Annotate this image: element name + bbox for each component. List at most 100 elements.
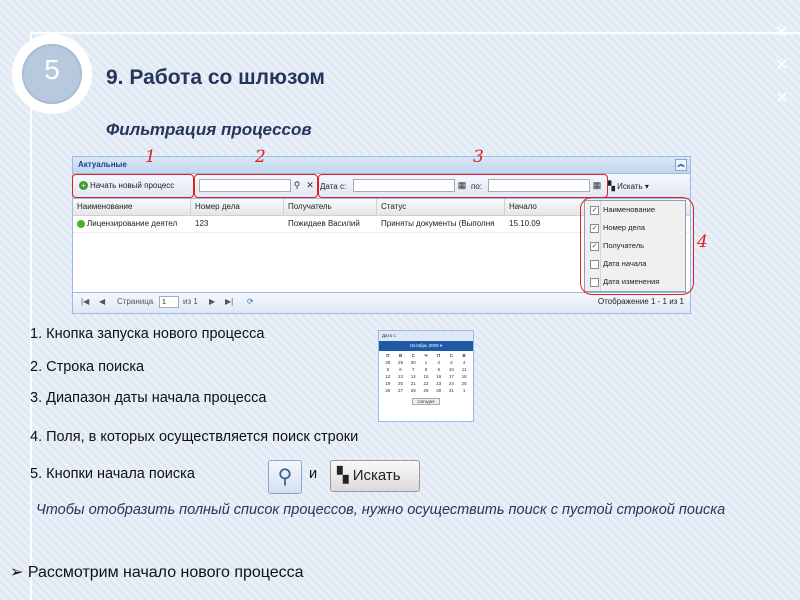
find-button[interactable]: ▚ Искать ▾	[608, 179, 649, 193]
calendar-day[interactable]: 23	[433, 381, 445, 387]
slide-title: 9. Работа со шлюзом	[106, 66, 325, 89]
slide-number: 5	[44, 54, 60, 85]
calendar-day[interactable]: 7	[407, 367, 419, 373]
panel-header: Актуальные ︽	[73, 157, 690, 174]
calendar-day[interactable]: 28	[382, 360, 394, 366]
decorative-line-vertical	[30, 32, 32, 600]
calendar-day[interactable]: 24	[446, 381, 458, 387]
column-header[interactable]: Номер дела	[191, 199, 284, 215]
next-page-icon[interactable]: ▶	[209, 297, 215, 306]
calendar-day[interactable]: 13	[395, 374, 407, 380]
last-page-icon[interactable]: ▶|	[225, 297, 233, 306]
calendar-day[interactable]: 12	[382, 374, 394, 380]
marker-box-1	[72, 174, 194, 198]
calendar-day[interactable]: 20	[395, 381, 407, 387]
arrow-bullet-icon: ➢	[10, 564, 24, 581]
weekday-label: С	[411, 353, 415, 358]
calendar-day[interactable]: 27	[395, 388, 407, 394]
weekday-label: П	[437, 353, 441, 358]
calendar-day[interactable]: 17	[446, 374, 458, 380]
column-header[interactable]: Статус	[377, 199, 505, 215]
calendar-day[interactable]: 22	[420, 381, 432, 387]
cell-case-number: 123	[195, 219, 209, 228]
find-button-label: Искать	[352, 467, 401, 484]
chevron-down-icon: ▾	[644, 182, 649, 191]
calendar-day[interactable]: 29	[395, 360, 407, 366]
calendar-day[interactable]: 30	[433, 388, 445, 394]
page-number-input[interactable]: 1	[159, 296, 179, 308]
weekday-label: В	[462, 353, 466, 358]
calendar-footer: Сегодня	[379, 398, 473, 405]
calendar-day[interactable]: 3	[446, 360, 458, 366]
list-item-2: 2. Строка поиска	[30, 359, 145, 375]
slide-subtitle: Фильтрация процессов	[106, 120, 312, 139]
marker-box-3	[318, 174, 608, 198]
calendar-day[interactable]: 30	[407, 360, 419, 366]
calendar-day[interactable]: 26	[382, 388, 394, 394]
cell-start: 15.10.09	[509, 219, 541, 228]
binoculars-icon: ▚	[608, 181, 615, 191]
search-icon: ⚲	[268, 460, 302, 494]
status-dot-icon	[77, 219, 85, 228]
calendar-day[interactable]: 29	[420, 388, 432, 394]
list-item-3: 3. Диапазон даты начала процесса	[30, 390, 267, 406]
paging-toolbar: |◀ ◀ Страница 1 из 1 ▶ ▶| ⟳ Отображение …	[73, 292, 690, 313]
cell-status: Приняты документы (Выполня	[381, 219, 495, 228]
refresh-icon[interactable]: ⟳	[247, 297, 254, 306]
cell-recipient: Пожидаев Василий	[288, 219, 360, 228]
first-page-icon[interactable]: |◀	[81, 297, 89, 306]
marker-number: 2	[255, 147, 266, 167]
calendar-day[interactable]: 28	[407, 388, 419, 394]
column-header[interactable]: Получатель	[284, 199, 377, 215]
column-header[interactable]: Наименование	[73, 199, 191, 215]
display-count-label: Отображение 1 - 1 из 1	[597, 297, 684, 306]
calendar-day[interactable]: 6	[395, 367, 407, 373]
page-label: Страница	[117, 297, 154, 306]
today-button[interactable]: Сегодня	[412, 398, 440, 405]
find-label: Искать	[617, 182, 643, 191]
calendar-grid: П В С Ч П С В 28 29 30 1 2 3 4 5 6 7 8 9 10 11 12 13 14 15 16 17 18…	[379, 351, 473, 396]
calendar-day[interactable]: 10	[446, 367, 458, 373]
calendar-day[interactable]: 4	[458, 360, 470, 366]
calendar-day[interactable]: 2	[433, 360, 445, 366]
marker-box-2	[194, 174, 318, 198]
marker-number: 3	[473, 147, 484, 167]
list-item-4: 4. Поля, в которых осуществляется поиск …	[30, 429, 359, 445]
calendar-day[interactable]: 21	[407, 381, 419, 387]
weekday-label: В	[398, 353, 403, 358]
calendar-day[interactable]: 18	[458, 374, 470, 380]
marker-number: 4	[697, 232, 708, 252]
calendar-day[interactable]: 25	[458, 381, 470, 387]
calendar-day[interactable]: 19	[382, 381, 394, 387]
weekday-label: С	[449, 353, 454, 358]
calendar-day[interactable]: 1	[420, 360, 432, 366]
double-chevron-up-icon[interactable]: ︽	[675, 159, 687, 171]
calendar-day[interactable]: 9	[433, 367, 445, 373]
marker-box-4	[580, 197, 694, 295]
decorative-line-horizontal	[30, 32, 800, 34]
calendar-day[interactable]: 31	[446, 388, 458, 394]
marker-number: 1	[145, 147, 156, 167]
calendar-day[interactable]: 14	[407, 374, 419, 380]
column-header[interactable]: Начало	[505, 199, 585, 215]
calendar-day[interactable]: 8	[420, 367, 432, 373]
calendar-picker[interactable]: Дата с: Октябрь 2009 ▾ П В С Ч П С В 28 29 30 1 2 3 4…	[378, 330, 474, 422]
calendar-day[interactable]: 16	[433, 374, 445, 380]
decorative-cross-icon: ✕	[775, 24, 789, 41]
calendar-date-label: Дата с:	[379, 331, 473, 341]
calendar-day[interactable]: 5	[382, 367, 394, 373]
calendar-month[interactable]: Октябрь 2009 ▾	[379, 341, 473, 351]
calendar-day[interactable]: 1	[458, 388, 470, 394]
prev-page-icon[interactable]: ◀	[99, 297, 105, 306]
note-text: Чтобы отобразить полный список процессов…	[36, 502, 726, 518]
and-label: и	[309, 466, 318, 482]
weekday-label: П	[386, 353, 390, 358]
calendar-day[interactable]: 11	[458, 367, 470, 373]
page-count-label: из 1	[183, 297, 198, 306]
panel-title: Актуальные	[78, 160, 127, 169]
calendar-day[interactable]: 15	[420, 374, 432, 380]
list-item-1: 1. Кнопка запуска нового процесса	[30, 326, 265, 342]
footer-line: ➢ Рассмотрим начало нового процесса	[10, 562, 304, 582]
weekday-label: Ч	[424, 353, 428, 358]
cell-name: Лицензирование деятел	[73, 216, 191, 232]
